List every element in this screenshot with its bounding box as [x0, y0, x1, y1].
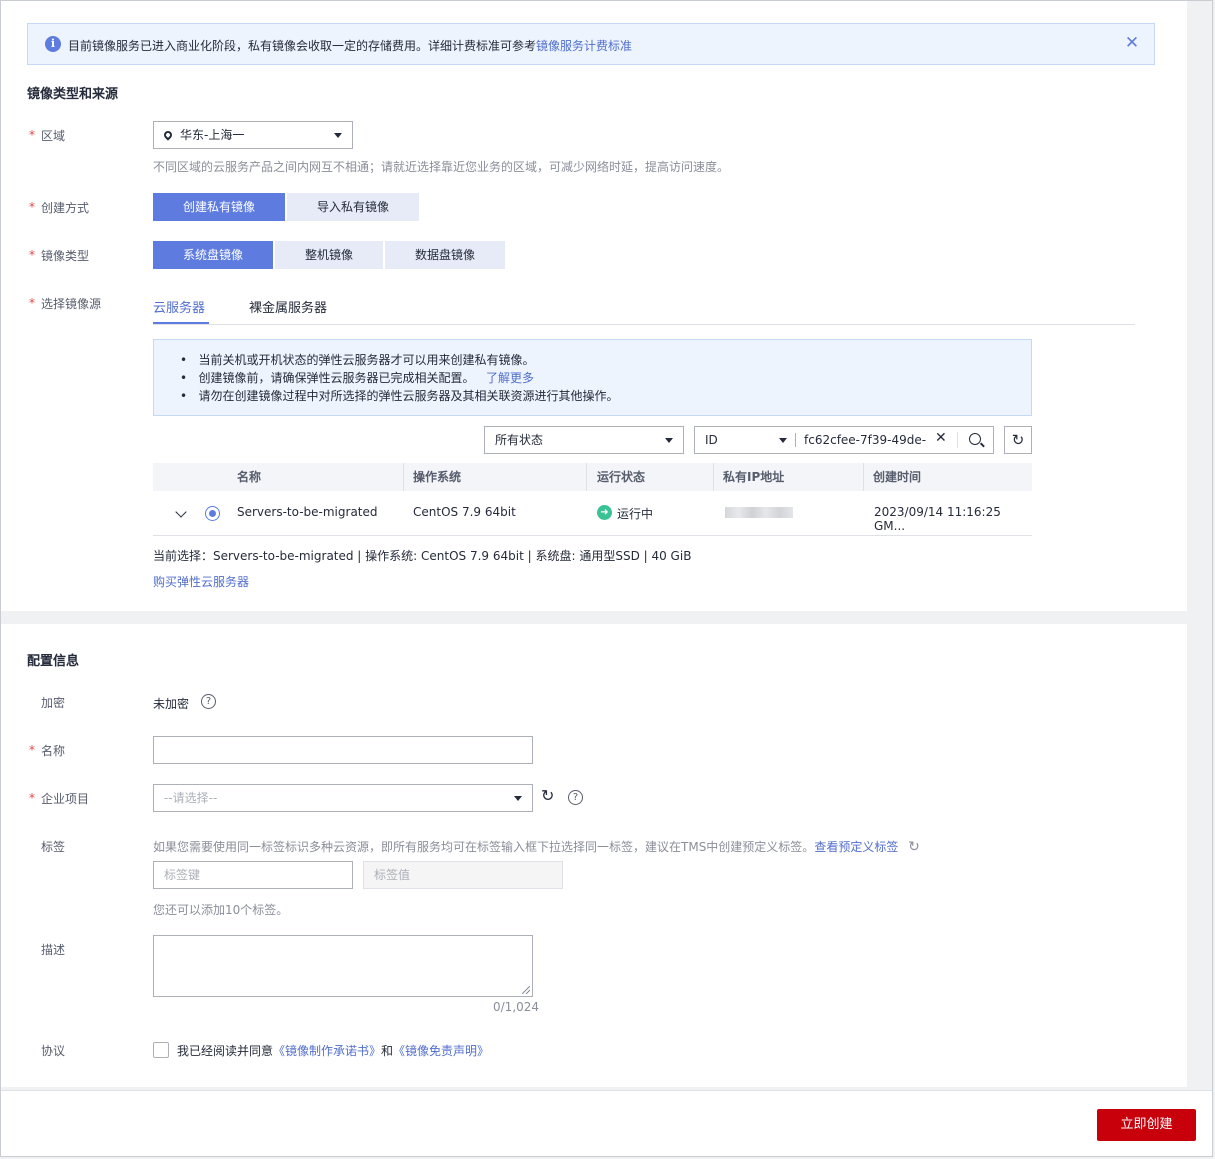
ecs-table: 名称 操作系统 运行状态 私有IP地址 创建时间 Servers-to-be-m…: [153, 463, 1032, 536]
section-title-source: 镜像类型和来源: [27, 87, 119, 102]
tag-key-input[interactable]: 标签键: [153, 861, 353, 889]
tips-box: • 当前关机或开机状态的弹性云服务器才可以用来创建私有镜像。 • 创建镜像前，请…: [153, 339, 1032, 416]
notice-banner: i 目前镜像服务已进入商业化阶段，私有镜像会收取一定的存储费用。详细计费标准可参…: [27, 23, 1155, 65]
clear-icon[interactable]: ✕: [935, 430, 947, 446]
help-icon[interactable]: ?: [201, 694, 216, 709]
region-value: 华东-上海一: [180, 128, 245, 142]
close-icon[interactable]: ✕: [1124, 33, 1140, 53]
chevron-down-icon[interactable]: [175, 506, 187, 518]
location-pin-icon: [162, 129, 174, 141]
server-os: CentOS 7.9 64bit: [413, 505, 516, 519]
section-title-config: 配置信息: [27, 654, 80, 669]
server-name-link[interactable]: Servers-to-be-migrated: [237, 505, 378, 519]
tags-hint: 如果您需要使用同一标签标识多种云资源，即所有服务均可在标签输入框下拉选择同一标签…: [153, 840, 815, 854]
description-label: 描述: [41, 943, 66, 957]
search-input[interactable]: fc62cfee-7f39-49de-985: [804, 427, 926, 453]
help-icon[interactable]: ?: [568, 790, 583, 805]
current-selection: 当前选择：Servers-to-be-migrated | 操作系统: Cent…: [153, 549, 692, 563]
region-select[interactable]: 华东-上海一: [153, 121, 353, 149]
tip-item: • 请勿在创建镜像过程中对所选择的弹性云服务器及其相关联资源进行其他操作。: [180, 389, 619, 403]
col-ip: 私有IP地址: [723, 470, 785, 484]
predefined-tags-link[interactable]: 查看预定义标签: [814, 840, 898, 854]
description-count: 0/1,024: [493, 1000, 540, 1014]
name-input[interactable]: [153, 736, 533, 764]
tab-bms[interactable]: 裸金属服务器: [249, 297, 327, 316]
search-box: ID fc62cfee-7f39-49de-985 ✕: [694, 426, 994, 454]
server-status: 运行中: [617, 507, 654, 521]
full-ecs-image-button[interactable]: 整机镜像: [275, 241, 383, 269]
config-card: 配置信息 加密 未加密 ? * 名称 * 企业项目 --请选择-- ↻ ? 标签 如…: [1, 624, 1187, 1087]
data-disk-image-button[interactable]: 数据盘镜像: [385, 241, 505, 269]
masked-ip: [725, 507, 793, 518]
buy-ecs-link[interactable]: 购买弹性云服务器: [153, 573, 249, 590]
image-source-card: i 目前镜像服务已进入商业化阶段，私有镜像会收取一定的存储费用。详细计费标准可参…: [1, 1, 1187, 611]
refresh-icon: ↻: [1011, 431, 1025, 449]
info-icon: i: [45, 36, 61, 52]
chevron-down-icon: [665, 438, 673, 443]
encryption-value: 未加密: [153, 697, 190, 711]
running-status-icon: ➜: [597, 505, 612, 520]
search-icon-handle: [980, 442, 985, 448]
search-field-divider: [795, 433, 796, 447]
row-radio[interactable]: [205, 506, 220, 521]
tag-value-input[interactable]: 标签值: [363, 861, 563, 889]
create-private-image-button[interactable]: 创建私有镜像: [153, 193, 285, 221]
tab-ecs[interactable]: 云服务器: [153, 297, 205, 316]
server-created: 2023/09/14 11:16:25 GM...: [874, 505, 1001, 533]
encryption-label: 加密: [41, 696, 66, 710]
source-label: * 选择镜像源: [29, 296, 102, 311]
table-row[interactable]: Servers-to-be-migrated CentOS 7.9 64bit …: [153, 491, 1032, 536]
tags-remaining: 您还可以添加10个标签。: [153, 903, 289, 917]
col-status: 运行状态: [597, 470, 646, 484]
status-filter-select[interactable]: 所有状态: [484, 426, 684, 454]
tip-item: • 创建镜像前，请确保弹性云服务器已完成相关配置。 了解更多: [180, 371, 535, 385]
tags-hint-line: 如果您需要使用同一标签标识多种云资源，即所有服务均可在标签输入框下拉选择同一标签…: [153, 838, 920, 855]
system-disk-image-button[interactable]: 系统盘镜像: [153, 241, 273, 269]
footer-bar: 立即创建: [1, 1090, 1212, 1156]
description-textarea[interactable]: [153, 935, 533, 997]
notice-text: 目前镜像服务已进入商业化阶段，私有镜像会收取一定的存储费用。详细计费标准可参考: [68, 39, 537, 53]
refresh-button[interactable]: ↻: [1004, 426, 1032, 454]
chevron-down-icon: [779, 438, 787, 443]
pricing-link[interactable]: 镜像服务计费标准: [536, 39, 632, 53]
radio-dot: [209, 510, 216, 517]
agreement-checkbox[interactable]: [153, 1042, 169, 1058]
enterprise-select[interactable]: --请选择--: [153, 784, 533, 812]
col-created: 创建时间: [873, 470, 922, 484]
tip-item: • 当前关机或开机状态的弹性云服务器才可以用来创建私有镜像。: [180, 353, 535, 367]
resize-handle-icon[interactable]: [522, 986, 530, 994]
chevron-down-icon: [514, 796, 522, 801]
refresh-icon[interactable]: ↻: [908, 839, 920, 855]
import-private-image-button[interactable]: 导入私有镜像: [287, 193, 419, 221]
tabs-divider: [153, 324, 1135, 325]
name-label: * 名称: [29, 743, 66, 758]
disclaimer-link[interactable]: 《镜像免责声明》: [393, 1044, 489, 1058]
agreement-text: 我已经阅读并同意《镜像制作承诺书》和《镜像免责声明》: [177, 1044, 490, 1058]
chevron-down-icon: [334, 133, 342, 138]
agreement-label: 协议: [41, 1044, 66, 1058]
image-type-label: * 镜像类型: [29, 248, 90, 263]
col-name: 名称: [237, 470, 262, 484]
search-divider: [957, 432, 958, 448]
enterprise-label: * 企业项目: [29, 791, 90, 806]
page-frame: i 目前镜像服务已进入商业化阶段，私有镜像会收取一定的存储费用。详细计费标准可参…: [0, 0, 1213, 1157]
col-os: 操作系统: [413, 470, 462, 484]
commitment-link[interactable]: 《镜像制作承诺书》: [273, 1044, 381, 1058]
refresh-icon[interactable]: ↻: [541, 786, 554, 805]
learn-more-link[interactable]: 了解更多: [486, 371, 534, 385]
create-now-button[interactable]: 立即创建: [1097, 1109, 1196, 1141]
table-header: 名称 操作系统 运行状态 私有IP地址 创建时间: [153, 463, 1032, 491]
region-label: * 区域: [29, 128, 66, 143]
search-field-select[interactable]: ID: [695, 427, 795, 453]
tags-label: 标签: [41, 840, 66, 854]
region-hint: 不同区域的云服务产品之间内网互不相通；请就近选择靠近您业务的区域，可减少网络时延…: [153, 160, 730, 174]
create-method-label: * 创建方式: [29, 200, 90, 215]
